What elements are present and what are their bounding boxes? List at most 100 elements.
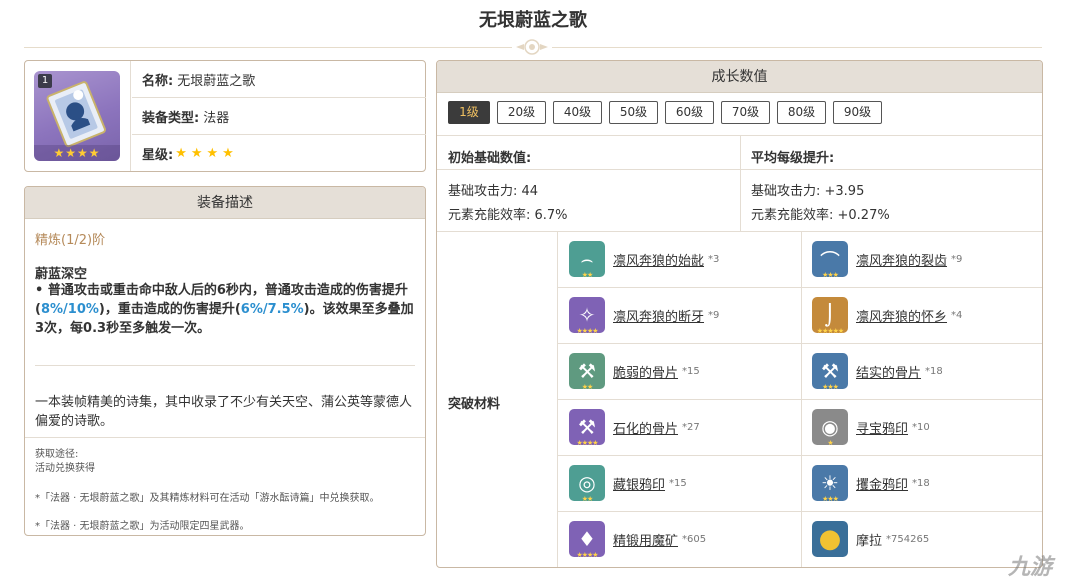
bone-icon: ⚒ ★★★: [812, 353, 848, 391]
material-stars: ★★★★: [576, 439, 598, 447]
material-count: *4: [951, 309, 963, 321]
note: *「法器 · 无垠蔚蓝之歌」及其精炼材料可在活动「游水酝诗篇」中兑换获取。: [35, 493, 380, 504]
material-count: *27: [682, 421, 700, 433]
material-item[interactable]: ⌡ ★★★★★ 凛风奔狼的怀乡 *4: [812, 287, 1042, 343]
material-stars: ★★★★★: [816, 327, 844, 335]
name-key: 名称:: [142, 73, 174, 89]
level-tab[interactable]: 1级: [448, 101, 490, 124]
weapon-image: 1 ★★★★: [34, 71, 120, 161]
material-count: *605: [682, 533, 707, 545]
material-name[interactable]: 藏银鸦印: [613, 474, 665, 493]
fossil-bone-icon: ⚒ ★★★★: [569, 409, 605, 447]
bone-icon: ⚒ ★★: [569, 353, 605, 391]
level-tabs: 1级 20级 40级 50级 60级 70级 80级 90级: [448, 101, 882, 124]
material-name: 摩拉: [856, 533, 883, 549]
description-header: 装备描述: [25, 187, 425, 219]
level-tab[interactable]: 90级: [833, 101, 882, 124]
rarity-stars: ★★★★: [34, 145, 120, 161]
material-item[interactable]: ◎ ★★ 藏银鸦印 *15: [569, 455, 809, 511]
tooth-icon: ⌢ ★★: [569, 241, 605, 279]
material-name[interactable]: 结实的骨片: [856, 362, 921, 381]
horn-icon: ⌡ ★★★★★: [812, 297, 848, 335]
weapon-icon-cell: 1 ★★★★: [25, 61, 131, 171]
source-title: 获取途径:: [35, 449, 79, 460]
material-stars: ★★★★: [576, 327, 598, 335]
crystal-ore-icon: ♦ ★★★★: [569, 521, 605, 559]
avg-atk: 基础攻击力: +3.95: [751, 184, 865, 199]
material-name[interactable]: 凛风奔狼的怀乡: [856, 306, 947, 325]
skill-value: 8%/10%: [40, 302, 99, 317]
divider: [35, 365, 415, 366]
material-count: *15: [669, 477, 687, 489]
material-stars: ★★: [581, 271, 594, 279]
material-count: *9: [708, 309, 720, 321]
material-stars: ★★★: [822, 271, 839, 279]
skill-description: • 普通攻击或重击命中敌人后的6秒内，普通攻击造成的伤害提升(8%/10%)，重…: [35, 281, 417, 338]
flavor-text: 一本装帧精美的诗集，其中收录了不少有关天空、蒲公英等蒙德人偏爱的诗歌。: [35, 395, 413, 429]
refine-level[interactable]: 精炼(1/2)阶: [35, 229, 105, 248]
gold-insignia-icon: ☀ ★★★: [812, 465, 848, 503]
growth-header: 成长数值: [437, 61, 1042, 93]
level-tab[interactable]: 80级: [777, 101, 826, 124]
material-item[interactable]: ⌢ ★★ 凛风奔狼的始龀 *3: [569, 231, 809, 287]
material-item[interactable]: ⚒ ★★★★ 石化的骨片 *27: [569, 399, 809, 455]
material-count: *15: [682, 365, 700, 377]
material-item[interactable]: ⌒ ★★★ 凛风奔狼的裂齿 *9: [812, 231, 1042, 287]
material-item[interactable]: ⚒ ★★ 脆弱的骨片 *15: [569, 343, 809, 399]
level-tab[interactable]: 20级: [497, 101, 546, 124]
ascension-materials-label: 突破材料: [448, 397, 501, 412]
material-count: *18: [912, 477, 930, 489]
base-energy-recharge: 元素充能效率: 6.7%: [448, 208, 568, 223]
mora-coin-icon: ●: [812, 521, 848, 557]
level-tab[interactable]: 60级: [665, 101, 714, 124]
material-stars: ★★★★: [576, 551, 598, 559]
base-atk: 基础攻击力: 44: [448, 184, 539, 199]
fang-icon: ⌒ ★★★: [812, 241, 848, 279]
name-row: 名称: 无垠蔚蓝之歌: [132, 61, 426, 98]
type-key: 装备类型:: [142, 110, 200, 126]
growth-panel: 成长数值 1级 20级 40级 50级 60级 70级 80级 90级 初始基础…: [436, 60, 1043, 568]
avg-energy-recharge: 元素充能效率: +0.27%: [751, 208, 890, 223]
material-name[interactable]: 精锻用魔矿: [613, 530, 678, 549]
rarity-row: 星级: ★★★★: [132, 135, 426, 172]
material-item[interactable]: ⚒ ★★★ 结实的骨片 *18: [812, 343, 1042, 399]
material-item[interactable]: ☀ ★★★ 攫金鸦印 *18: [812, 455, 1042, 511]
source-value: 活动兑换获得: [35, 463, 95, 474]
watermark-logo: 九游: [1007, 555, 1052, 580]
rarity-star-icons: ★★★★: [175, 146, 238, 161]
avg-growth-title: 平均每级提升:: [751, 151, 835, 166]
level-tab[interactable]: 70级: [721, 101, 770, 124]
material-name[interactable]: 石化的骨片: [613, 418, 678, 437]
skill-value: 6%/7.5%: [240, 302, 304, 317]
material-name[interactable]: 脆弱的骨片: [613, 362, 678, 381]
name-value: 无垠蔚蓝之歌: [177, 73, 256, 89]
material-stars: ★★★: [822, 495, 839, 503]
material-count: *9: [951, 253, 963, 265]
description-card: 装备描述 精炼(1/2)阶 蔚蓝深空 • 普通攻击或重击命中敌人后的6秒内，普通…: [24, 186, 426, 536]
material-stars: ★★★: [822, 383, 839, 391]
material-stars: ★★: [581, 495, 594, 503]
insignia-icon: ◉ ★: [812, 409, 848, 447]
material-stars: ★: [827, 439, 833, 447]
material-name[interactable]: 寻宝鸦印: [856, 418, 908, 437]
material-count: *18: [925, 365, 943, 377]
base-stats-title: 初始基础数值:: [448, 151, 532, 166]
divider: [740, 135, 741, 231]
note: *「法器 · 无垠蔚蓝之歌」为活动限定四星武器。: [35, 521, 250, 532]
level-tab[interactable]: 40级: [553, 101, 602, 124]
skill-text: )，重击造成的伤害提升(: [98, 302, 241, 317]
page-title: 无垠蔚蓝之歌: [479, 10, 587, 31]
material-item[interactable]: ♦ ★★★★ 精锻用魔矿 *605: [569, 511, 809, 567]
material-count: *3: [708, 253, 720, 265]
material-item[interactable]: ◉ ★ 寻宝鸦印 *10: [812, 399, 1042, 455]
material-name[interactable]: 凛风奔狼的断牙: [613, 306, 704, 325]
rarity-key: 星级:: [142, 148, 174, 163]
level-tab[interactable]: 50级: [609, 101, 658, 124]
ornament-icon: [512, 39, 552, 55]
material-item[interactable]: ✧ ★★★★ 凛风奔狼的断牙 *9: [569, 287, 809, 343]
silver-insignia-icon: ◎ ★★: [569, 465, 605, 503]
divider: [25, 437, 425, 438]
material-name[interactable]: 攫金鸦印: [856, 474, 908, 493]
material-name[interactable]: 凛风奔狼的始龀: [613, 250, 704, 269]
material-name[interactable]: 凛风奔狼的裂齿: [856, 250, 947, 269]
